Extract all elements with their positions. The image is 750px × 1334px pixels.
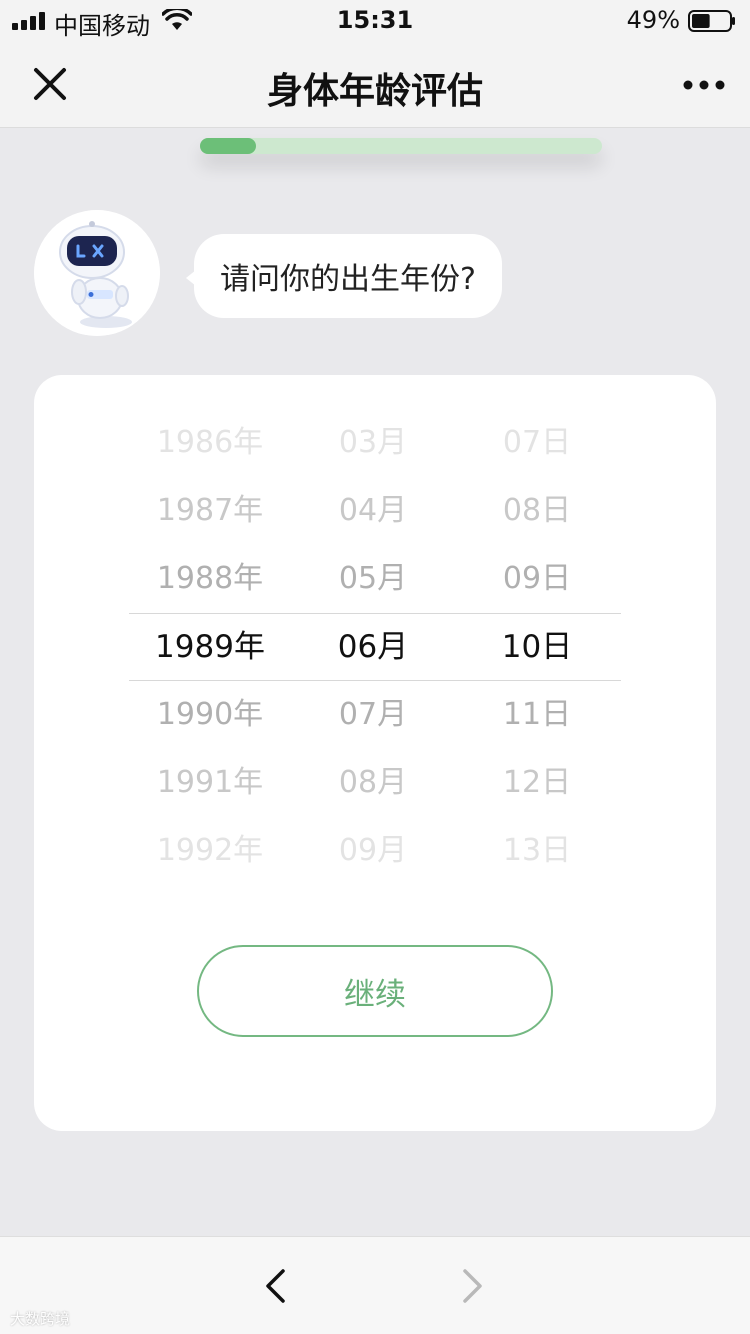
year-option[interactable]: 1986年 bbox=[130, 405, 290, 473]
nav-bar: 身体年龄评估 bbox=[0, 42, 750, 128]
bubble-tail bbox=[186, 270, 196, 286]
year-option[interactable]: 1987年 bbox=[130, 473, 290, 541]
month-option[interactable]: 09月 bbox=[293, 813, 453, 881]
progress-fill bbox=[200, 138, 257, 154]
battery-icon bbox=[688, 10, 735, 32]
year-option[interactable]: 1991年 bbox=[130, 745, 290, 813]
more-button[interactable] bbox=[676, 60, 732, 110]
bottom-toolbar bbox=[0, 1236, 750, 1334]
day-option[interactable]: 08日 bbox=[457, 473, 617, 541]
year-option[interactable]: 1990年 bbox=[130, 677, 290, 745]
progress-bar bbox=[200, 138, 602, 154]
birth-date-card: 1986年 1987年 1988年 1989年 1990年 1991年 1992… bbox=[34, 375, 716, 1131]
watermark: 大数跨境 bbox=[10, 1310, 71, 1328]
day-option[interactable]: 09日 bbox=[457, 541, 617, 609]
month-option[interactable]: 07月 bbox=[293, 677, 453, 745]
day-wheel[interactable]: 07日 08日 09日 10日 11日 12日 13日 bbox=[457, 405, 617, 885]
day-option-selected[interactable]: 10日 bbox=[457, 609, 617, 677]
day-option[interactable]: 07日 bbox=[457, 405, 617, 473]
month-option[interactable]: 05月 bbox=[293, 541, 453, 609]
year-option-selected[interactable]: 1989年 bbox=[130, 609, 290, 677]
forward-button[interactable] bbox=[448, 1261, 498, 1311]
chevron-left-icon bbox=[266, 1269, 285, 1303]
status-bar: 中国移动 15:31 49% bbox=[0, 0, 750, 42]
year-wheel[interactable]: 1986年 1987年 1988年 1989年 1990年 1991年 1992… bbox=[130, 405, 290, 885]
robot-avatar-icon bbox=[34, 210, 160, 336]
question-text: 请问你的出生年份? bbox=[220, 262, 476, 297]
month-option[interactable]: 08月 bbox=[293, 745, 453, 813]
year-option[interactable]: 1992年 bbox=[130, 813, 290, 881]
back-button[interactable] bbox=[250, 1261, 300, 1311]
month-option[interactable]: 03月 bbox=[293, 405, 453, 473]
page-title: 身体年龄评估 bbox=[266, 71, 483, 112]
battery-percent: 49% bbox=[626, 6, 680, 34]
year-option[interactable]: 1988年 bbox=[130, 541, 290, 609]
month-option-selected[interactable]: 06月 bbox=[293, 609, 453, 677]
date-picker[interactable]: 1986年 1987年 1988年 1989年 1990年 1991年 1992… bbox=[34, 405, 716, 885]
more-icon bbox=[683, 80, 725, 90]
month-wheel[interactable]: 03月 04月 05月 06月 07月 08月 09月 bbox=[293, 405, 453, 885]
robot-avatar bbox=[34, 210, 160, 336]
continue-button[interactable]: 继续 bbox=[197, 945, 553, 1037]
day-option[interactable]: 12日 bbox=[457, 745, 617, 813]
chevron-right-icon bbox=[463, 1269, 482, 1303]
month-option[interactable]: 04月 bbox=[293, 473, 453, 541]
day-option[interactable]: 11日 bbox=[457, 677, 617, 745]
question-bubble: 请问你的出生年份? bbox=[186, 234, 502, 318]
day-option[interactable]: 13日 bbox=[457, 813, 617, 881]
